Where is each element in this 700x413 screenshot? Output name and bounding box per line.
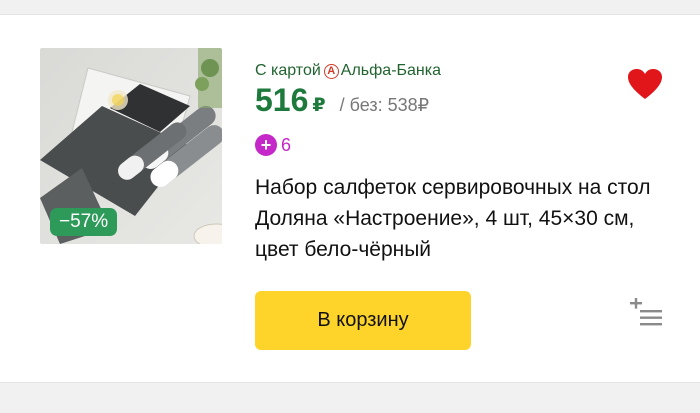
bottom-divider <box>0 382 700 413</box>
plus-icon: + <box>255 134 277 156</box>
old-price: / без: 538₽ <box>339 95 430 115</box>
add-to-cart-button[interactable]: В корзину <box>255 291 471 350</box>
price-row: 516 ₽ / без: 538₽ <box>255 82 429 119</box>
plus-points: 6 <box>281 134 292 155</box>
price-currency: ₽ <box>312 95 326 116</box>
bank-offer[interactable]: С картой А Альфа-Банка <box>255 62 441 80</box>
product-title[interactable]: Набор салфеток сервировочных на стол Дол… <box>255 172 665 265</box>
bank-name: Альфа-Банка <box>340 62 441 79</box>
heart-icon[interactable] <box>627 68 663 100</box>
current-price: 516 <box>255 82 309 118</box>
top-divider <box>0 0 700 15</box>
plus-cashback[interactable]: + 6 <box>255 134 291 156</box>
bank-offer-prefix: С картой <box>255 62 321 79</box>
add-to-list-icon[interactable] <box>630 298 662 326</box>
alfa-bank-icon: А <box>323 63 339 79</box>
discount-badge: −57% <box>50 208 118 236</box>
